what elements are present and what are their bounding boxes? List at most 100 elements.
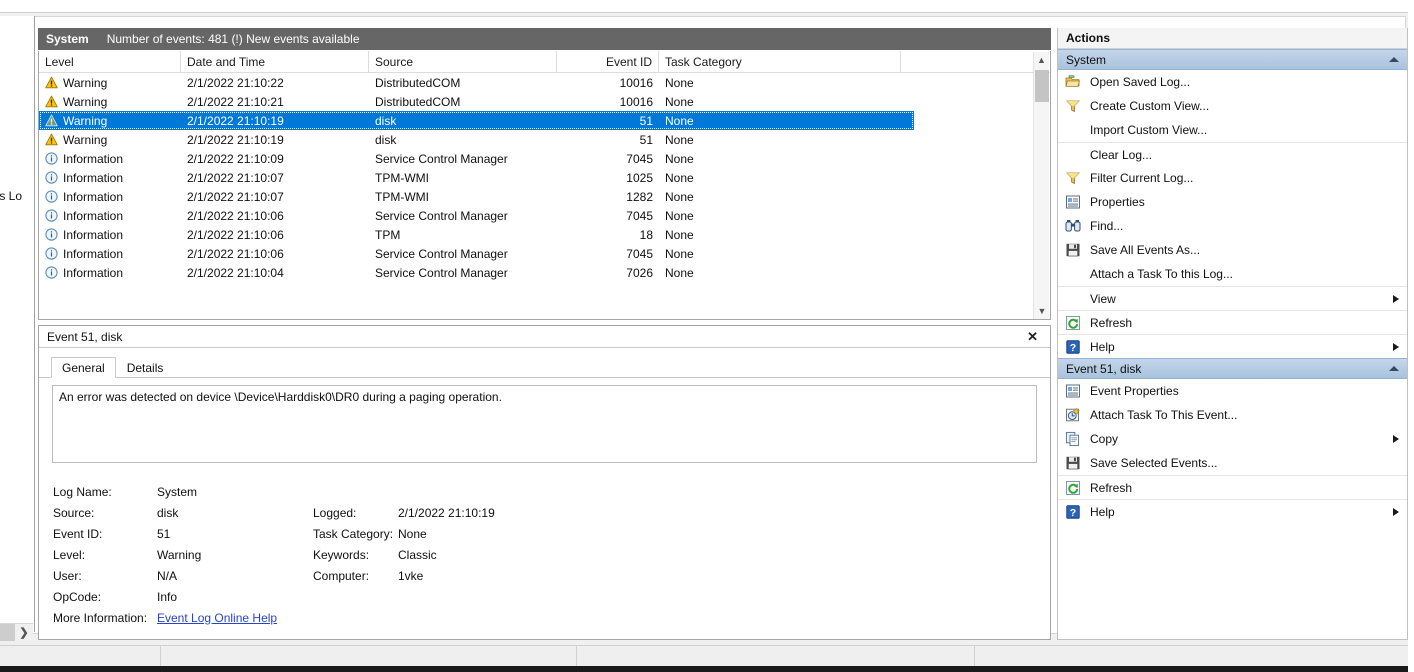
events-vertical-scrollbar[interactable]: ▲ ▼ xyxy=(1033,52,1049,319)
svg-text:?: ? xyxy=(1070,507,1076,519)
scrollbar-thumb[interactable] xyxy=(1035,70,1049,102)
cell-date-time: 2/1/2022 21:10:07 xyxy=(187,189,284,204)
warning-icon xyxy=(45,133,58,146)
action-item-clear-log[interactable]: Clear Log... xyxy=(1058,142,1407,166)
log-status-label: Number of events: 481 (!) New events ava… xyxy=(106,32,360,46)
actions-group-header[interactable]: System xyxy=(1058,49,1407,70)
source-value: disk xyxy=(157,505,179,520)
warning-icon xyxy=(45,76,58,89)
action-item-properties[interactable]: Properties xyxy=(1058,190,1407,214)
property-row-opcode: OpCode: Info xyxy=(53,586,1050,607)
cell-level: Information xyxy=(39,190,181,204)
property-row-level: Level: Warning Keywords: Classic xyxy=(53,544,1050,565)
column-header-date-time[interactable]: Date and Time xyxy=(181,51,369,73)
column-header-source[interactable]: Source xyxy=(369,51,557,73)
scroll-down-arrow-icon[interactable]: ▼ xyxy=(1034,303,1050,319)
status-bar-segment xyxy=(577,646,975,668)
table-row[interactable]: Information 2/1/2022 21:10:07 TPM-WMI 1025 N… xyxy=(39,168,1050,187)
cell-date-time: 2/1/2022 21:10:07 xyxy=(187,170,284,185)
submenu-arrow-icon[interactable] xyxy=(1393,507,1399,516)
tree-horizontal-scrollbar[interactable]: ❯ xyxy=(0,623,33,641)
property-row-source: Source: disk Logged: 2/1/2022 21:10:19 xyxy=(53,502,1050,523)
submenu-arrow-icon[interactable] xyxy=(1393,342,1399,351)
table-row[interactable]: Warning 2/1/2022 21:10:22 DistributedCOM 10… xyxy=(39,73,1050,92)
action-item-attach-task-to-this-event[interactable]: Attach Task To This Event... xyxy=(1058,403,1407,427)
action-item-label: Help xyxy=(1090,339,1115,354)
tab-general[interactable]: General xyxy=(51,357,116,378)
chevron-up-icon[interactable] xyxy=(1389,366,1399,371)
column-header-event-id[interactable]: Event ID xyxy=(557,51,659,73)
console-tree-pane[interactable]: ices Lo xyxy=(0,16,35,632)
cell-task-category: None xyxy=(665,227,694,242)
information-icon xyxy=(45,190,58,203)
cell-task-category: None xyxy=(665,94,694,109)
no-icon xyxy=(1064,266,1082,282)
cell-task-category: None xyxy=(665,170,694,185)
action-item-filter-current-log[interactable]: Filter Current Log... xyxy=(1058,166,1407,190)
column-header-level[interactable]: Level xyxy=(39,51,181,73)
cell-level: Warning xyxy=(39,76,181,90)
chevron-up-icon[interactable] xyxy=(1389,57,1399,62)
cell-date-time: 2/1/2022 21:10:19 xyxy=(187,132,284,147)
event-detail-header: Event 51, disk ✕ xyxy=(39,326,1050,348)
warning-icon xyxy=(45,114,58,127)
table-row[interactable]: Warning 2/1/2022 21:10:21 DistributedCOM 10… xyxy=(39,92,1050,111)
scroll-up-arrow-icon[interactable]: ▲ xyxy=(1034,52,1049,68)
cell-level: Information xyxy=(39,228,181,242)
action-item-find[interactable]: Find... xyxy=(1058,214,1407,238)
tab-details[interactable]: Details xyxy=(116,357,175,378)
cell-source: disk xyxy=(375,132,397,147)
action-item-attach-a-task-to-this-log[interactable]: Attach a Task To this Log... xyxy=(1058,262,1407,286)
task-category-value: None xyxy=(398,526,427,541)
action-item-view[interactable]: View xyxy=(1058,286,1407,310)
table-row[interactable]: Information 2/1/2022 21:10:04 Service Cont… xyxy=(39,263,1050,282)
action-item-label: Attach Task To This Event... xyxy=(1090,408,1238,422)
action-item-import-custom-view[interactable]: Import Custom View... xyxy=(1058,118,1407,142)
level-text: Warning xyxy=(63,132,108,147)
table-row[interactable]: Warning 2/1/2022 21:10:19 disk 51 None xyxy=(39,130,1050,149)
help-icon: ? xyxy=(1064,339,1082,355)
scroll-right-arrow-icon[interactable]: ❯ xyxy=(15,624,33,641)
actions-group-header[interactable]: Event 51, disk xyxy=(1058,358,1407,379)
action-item-create-custom-view[interactable]: Create Custom View... xyxy=(1058,94,1407,118)
action-item-label: Filter Current Log... xyxy=(1090,171,1194,185)
cell-source: Service Control Manager xyxy=(375,151,508,166)
column-header-task-category[interactable]: Task Category xyxy=(659,51,901,73)
action-item-label: Properties xyxy=(1090,195,1145,209)
action-item-label: Copy xyxy=(1090,432,1119,446)
action-item-refresh[interactable]: Refresh xyxy=(1058,310,1407,334)
table-row[interactable]: Information 2/1/2022 21:10:06 TPM 18 None xyxy=(39,225,1050,244)
action-item-label: Save Selected Events... xyxy=(1090,456,1218,470)
table-row[interactable]: Information 2/1/2022 21:10:06 Service Cont… xyxy=(39,244,1050,263)
cell-level: Information xyxy=(39,266,181,280)
table-row[interactable]: Information 2/1/2022 21:10:07 TPM-WMI 1282 N… xyxy=(39,187,1050,206)
events-table-body: Warning 2/1/2022 21:10:22 DistributedCOM 10… xyxy=(39,73,1050,282)
copy-icon xyxy=(1064,431,1082,447)
cell-source: Service Control Manager xyxy=(375,246,508,261)
events-table[interactable]: Level Date and Time Source Event ID Task… xyxy=(38,51,1051,320)
action-item-label: Refresh xyxy=(1090,480,1133,495)
action-item-open-saved-log[interactable]: Open Saved Log... xyxy=(1058,70,1407,94)
action-item-save-all-events-as[interactable]: Save All Events As... xyxy=(1058,238,1407,262)
action-item-label: Clear Log... xyxy=(1090,147,1153,162)
action-item-help[interactable]: ? Help xyxy=(1058,334,1407,358)
action-item-save-selected-events[interactable]: Save Selected Events... xyxy=(1058,451,1407,475)
action-item-event-properties[interactable]: Event Properties xyxy=(1058,379,1407,403)
refresh-icon xyxy=(1064,315,1082,331)
submenu-arrow-icon[interactable] xyxy=(1393,294,1399,303)
table-row[interactable]: Warning 2/1/2022 21:10:19 disk 51 None xyxy=(39,111,914,130)
event-message-box[interactable]: An error was detected on device \Device\… xyxy=(52,385,1037,463)
action-item-help[interactable]: ? Help xyxy=(1058,499,1407,523)
table-row[interactable]: Information 2/1/2022 21:10:06 Service Cont… xyxy=(39,206,1050,225)
cell-date-time: 2/1/2022 21:10:09 xyxy=(187,151,284,166)
cell-source: Service Control Manager xyxy=(375,208,508,223)
action-item-refresh[interactable]: Refresh xyxy=(1058,475,1407,499)
event-log-online-help-link[interactable]: Event Log Online Help xyxy=(157,611,277,625)
action-item-copy[interactable]: Copy xyxy=(1058,427,1407,451)
cell-date-time: 2/1/2022 21:10:06 xyxy=(187,246,284,261)
close-icon[interactable]: ✕ xyxy=(1021,330,1044,343)
scrollbar-thumb[interactable] xyxy=(0,624,15,641)
action-item-label: Event Properties xyxy=(1090,384,1179,398)
submenu-arrow-icon[interactable] xyxy=(1393,435,1399,443)
table-row[interactable]: Information 2/1/2022 21:10:09 Service Cont… xyxy=(39,149,1050,168)
